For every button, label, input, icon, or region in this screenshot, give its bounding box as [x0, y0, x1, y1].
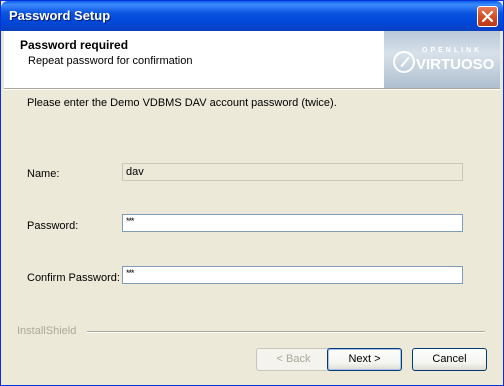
- close-icon: [482, 11, 493, 22]
- footer-divider: [87, 331, 485, 333]
- confirm-password-label: Confirm Password:: [27, 272, 120, 284]
- virtuoso-logo-icon: [393, 51, 415, 73]
- title-bar[interactable]: Password Setup: [1, 1, 503, 31]
- window-title: Password Setup: [9, 8, 111, 23]
- name-field: dav: [122, 163, 463, 181]
- instruction-text: Please enter the Demo VDBMS DAV account …: [27, 97, 337, 109]
- password-setup-window: Password Setup Password required Repeat …: [0, 0, 504, 386]
- header-divider: [4, 88, 500, 90]
- cancel-button[interactable]: Cancel: [412, 348, 487, 371]
- header-title: Password required: [20, 38, 129, 52]
- header-panel: Password required Repeat password for co…: [4, 31, 500, 88]
- back-button[interactable]: < Back: [256, 348, 331, 371]
- close-button[interactable]: [477, 6, 498, 27]
- password-field[interactable]: ***: [122, 214, 463, 232]
- next-button[interactable]: Next >: [327, 348, 402, 371]
- header-subtitle: Repeat password for confirmation: [28, 55, 193, 67]
- password-label: Password:: [27, 220, 79, 232]
- name-label: Name:: [27, 168, 60, 180]
- logo-small-text: OPENLINK: [422, 47, 483, 54]
- installshield-brand: InstallShield: [17, 325, 77, 337]
- logo-big-text: VIRTUOSO: [416, 56, 495, 73]
- confirm-password-field[interactable]: ***: [122, 266, 463, 284]
- virtuoso-logo: OPENLINK VIRTUOSO: [384, 31, 500, 88]
